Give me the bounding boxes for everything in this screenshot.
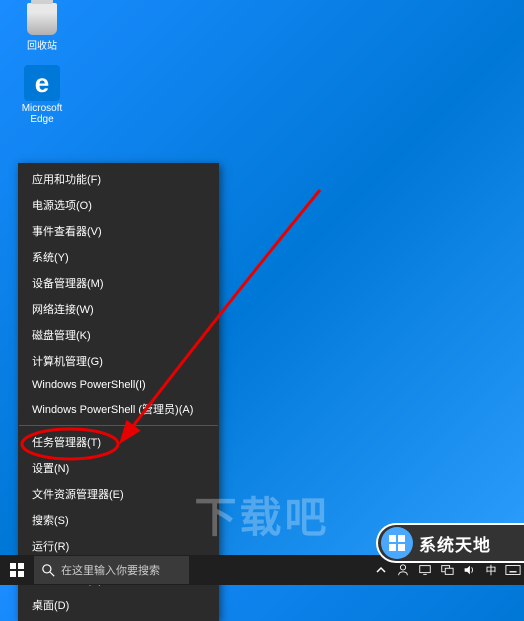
menu-system[interactable]: 系统(Y) (18, 244, 219, 270)
taskbar-search[interactable]: 在这里输入你要搜索 (34, 556, 189, 584)
search-placeholder: 在这里输入你要搜索 (61, 562, 160, 578)
edge-label: Microsoft Edge (12, 103, 72, 125)
edge-icon: e (24, 65, 60, 101)
menu-powershell-admin[interactable]: Windows PowerShell (管理员)(A) (18, 396, 219, 422)
menu-computer-management[interactable]: 计算机管理(G) (18, 348, 219, 374)
menu-device-manager[interactable]: 设备管理器(M) (18, 270, 219, 296)
recycle-bin-label: 回收站 (12, 37, 72, 52)
menu-disk-management[interactable]: 磁盘管理(K) (18, 322, 219, 348)
menu-apps-features[interactable]: 应用和功能(F) (18, 166, 219, 192)
recycle-bin[interactable]: 回收站 (12, 3, 72, 52)
watermark-badge-text: 系统天地 (419, 531, 491, 556)
watermark-logo-icon (381, 527, 413, 559)
menu-task-manager[interactable]: 任务管理器(T) (18, 429, 219, 455)
menu-search[interactable]: 搜索(S) (18, 507, 219, 533)
start-button[interactable] (0, 555, 34, 585)
search-icon (42, 564, 55, 577)
menu-file-explorer[interactable]: 文件资源管理器(E) (18, 481, 219, 507)
menu-desktop[interactable]: 桌面(D) (18, 592, 219, 618)
menu-event-viewer[interactable]: 事件查看器(V) (18, 218, 219, 244)
windows-icon (10, 563, 24, 577)
winx-context-menu: 应用和功能(F) 电源选项(O) 事件查看器(V) 系统(Y) 设备管理器(M)… (18, 163, 219, 621)
watermark-badge: 系统天地 (376, 523, 524, 563)
edge-shortcut[interactable]: e Microsoft Edge (12, 65, 72, 125)
menu-power-options[interactable]: 电源选项(O) (18, 192, 219, 218)
menu-divider (19, 425, 218, 426)
menu-settings[interactable]: 设置(N) (18, 455, 219, 481)
menu-network[interactable]: 网络连接(W) (18, 296, 219, 322)
recycle-bin-icon (27, 3, 57, 35)
watermark-text: 下载吧 (194, 484, 329, 545)
menu-powershell[interactable]: Windows PowerShell(I) (18, 374, 219, 396)
